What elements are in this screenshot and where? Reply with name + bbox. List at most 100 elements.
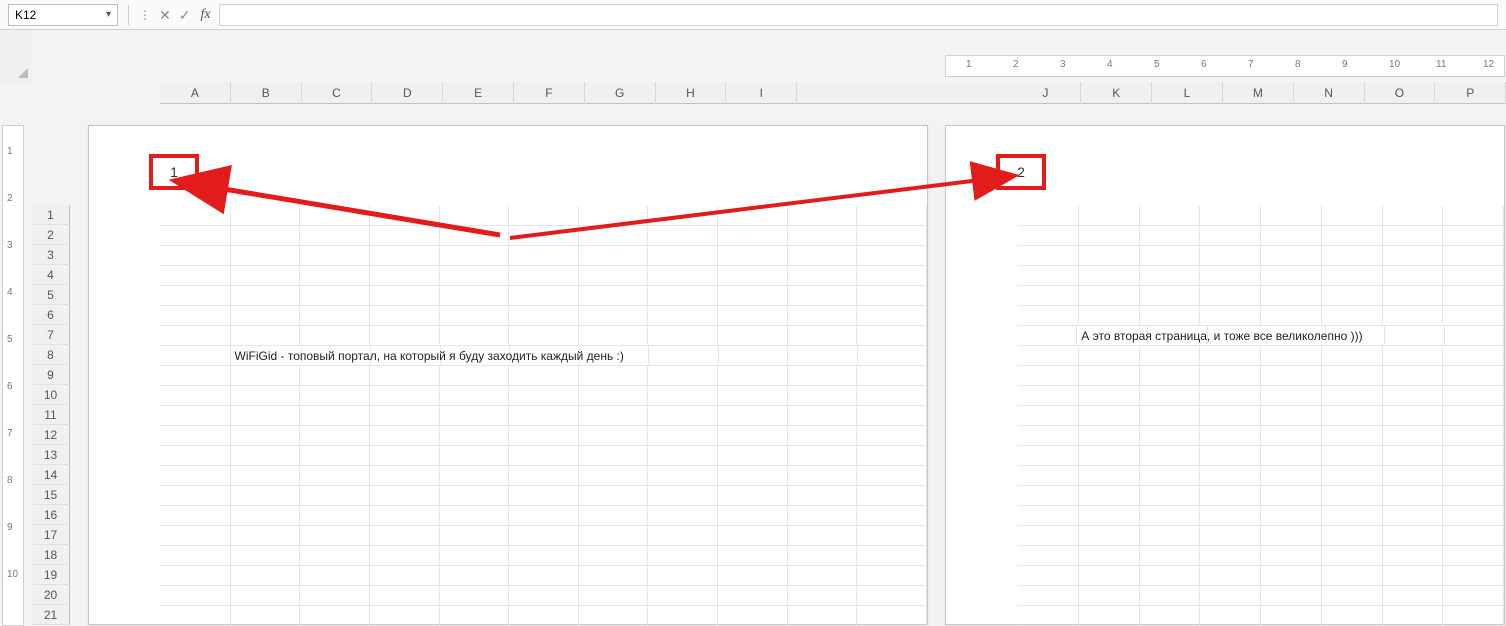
cell[interactable] xyxy=(857,326,927,346)
column-header-B[interactable]: B xyxy=(231,82,302,104)
cell[interactable] xyxy=(1200,566,1261,586)
cell[interactable] xyxy=(648,306,718,326)
cell[interactable] xyxy=(1018,566,1079,586)
cell[interactable] xyxy=(857,426,927,446)
cell[interactable] xyxy=(161,226,231,246)
cell[interactable] xyxy=(1079,466,1140,486)
cell[interactable] xyxy=(1079,386,1140,406)
cell[interactable] xyxy=(857,546,927,566)
cell[interactable] xyxy=(648,486,718,506)
cell[interactable] xyxy=(161,566,231,586)
cell[interactable] xyxy=(231,286,301,306)
cell[interactable] xyxy=(1443,486,1504,506)
name-box[interactable]: K12 ▾ xyxy=(8,4,118,26)
cell[interactable] xyxy=(579,206,649,226)
cell[interactable] xyxy=(1200,486,1261,506)
cell[interactable] xyxy=(370,226,440,246)
cell[interactable] xyxy=(440,266,510,286)
cell[interactable] xyxy=(788,506,858,526)
cell[interactable] xyxy=(1322,206,1383,226)
row-header-4[interactable]: 4 xyxy=(32,265,70,285)
cell[interactable] xyxy=(1383,226,1444,246)
cell[interactable] xyxy=(440,326,510,346)
grid-page-1[interactable]: WiFiGid - топовый портал, на который я б… xyxy=(161,206,927,624)
cell[interactable] xyxy=(1018,226,1079,246)
cell[interactable] xyxy=(1383,546,1444,566)
select-all-corner[interactable] xyxy=(0,30,32,82)
cell[interactable] xyxy=(1018,546,1079,566)
cell[interactable] xyxy=(440,486,510,506)
cell[interactable] xyxy=(1200,506,1261,526)
cell[interactable] xyxy=(370,406,440,426)
cell[interactable] xyxy=(1261,586,1322,606)
cell[interactable] xyxy=(1200,586,1261,606)
cell[interactable] xyxy=(370,446,440,466)
cell[interactable] xyxy=(300,206,370,226)
cell[interactable] xyxy=(161,266,231,286)
cell[interactable] xyxy=(1018,426,1079,446)
cell[interactable] xyxy=(718,446,788,466)
menu-dots-icon[interactable]: ⋮ xyxy=(139,8,151,22)
cell[interactable] xyxy=(788,226,858,246)
row-header-20[interactable]: 20 xyxy=(32,585,70,605)
cell[interactable] xyxy=(1261,606,1322,626)
cell[interactable] xyxy=(579,246,649,266)
cell[interactable] xyxy=(718,266,788,286)
cell[interactable] xyxy=(648,566,718,586)
row-header-2[interactable]: 2 xyxy=(32,225,70,245)
cell[interactable] xyxy=(370,366,440,386)
cell[interactable] xyxy=(1261,386,1322,406)
cell[interactable] xyxy=(719,346,789,366)
cell[interactable] xyxy=(440,586,510,606)
cell[interactable] xyxy=(161,346,231,366)
cell[interactable] xyxy=(300,306,370,326)
cell[interactable] xyxy=(1443,506,1504,526)
cell[interactable] xyxy=(648,606,718,626)
cell[interactable] xyxy=(788,286,858,306)
cell[interactable] xyxy=(1200,426,1261,446)
cell[interactable] xyxy=(1200,546,1261,566)
cell[interactable] xyxy=(1200,246,1261,266)
cell[interactable] xyxy=(648,506,718,526)
cell[interactable] xyxy=(231,306,301,326)
cell[interactable] xyxy=(1018,206,1079,226)
cell[interactable] xyxy=(718,546,788,566)
cell[interactable] xyxy=(579,506,649,526)
cell[interactable] xyxy=(1383,386,1444,406)
row-header-1[interactable]: 1 xyxy=(32,205,70,225)
cell[interactable] xyxy=(231,446,301,466)
row-header-15[interactable]: 15 xyxy=(32,485,70,505)
cell[interactable] xyxy=(857,526,927,546)
cell[interactable] xyxy=(370,306,440,326)
cell[interactable] xyxy=(1261,246,1322,266)
cell[interactable] xyxy=(1261,226,1322,246)
cell[interactable] xyxy=(300,466,370,486)
cell[interactable] xyxy=(857,606,927,626)
cell[interactable] xyxy=(1140,306,1201,326)
cell[interactable] xyxy=(1322,546,1383,566)
formula-input[interactable] xyxy=(219,4,1498,26)
cell[interactable] xyxy=(440,286,510,306)
cell[interactable] xyxy=(440,566,510,586)
cell[interactable] xyxy=(1383,506,1444,526)
cell[interactable] xyxy=(579,546,649,566)
cell[interactable] xyxy=(579,566,649,586)
cell[interactable] xyxy=(161,246,231,266)
cell[interactable] xyxy=(1443,606,1504,626)
cell[interactable] xyxy=(440,386,510,406)
cell[interactable] xyxy=(440,526,510,546)
cell[interactable] xyxy=(509,366,579,386)
cell[interactable] xyxy=(1079,566,1140,586)
cell[interactable] xyxy=(1322,506,1383,526)
cell[interactable] xyxy=(370,246,440,266)
column-header-D[interactable]: D xyxy=(372,82,443,104)
cell[interactable] xyxy=(231,466,301,486)
column-header-K[interactable]: K xyxy=(1081,82,1152,104)
cell[interactable] xyxy=(509,206,579,226)
cell[interactable] xyxy=(1018,486,1079,506)
cell[interactable] xyxy=(231,506,301,526)
cell[interactable] xyxy=(857,486,927,506)
cell[interactable] xyxy=(1140,466,1201,486)
row-header-21[interactable]: 21 xyxy=(32,605,70,625)
cell[interactable] xyxy=(1018,306,1079,326)
